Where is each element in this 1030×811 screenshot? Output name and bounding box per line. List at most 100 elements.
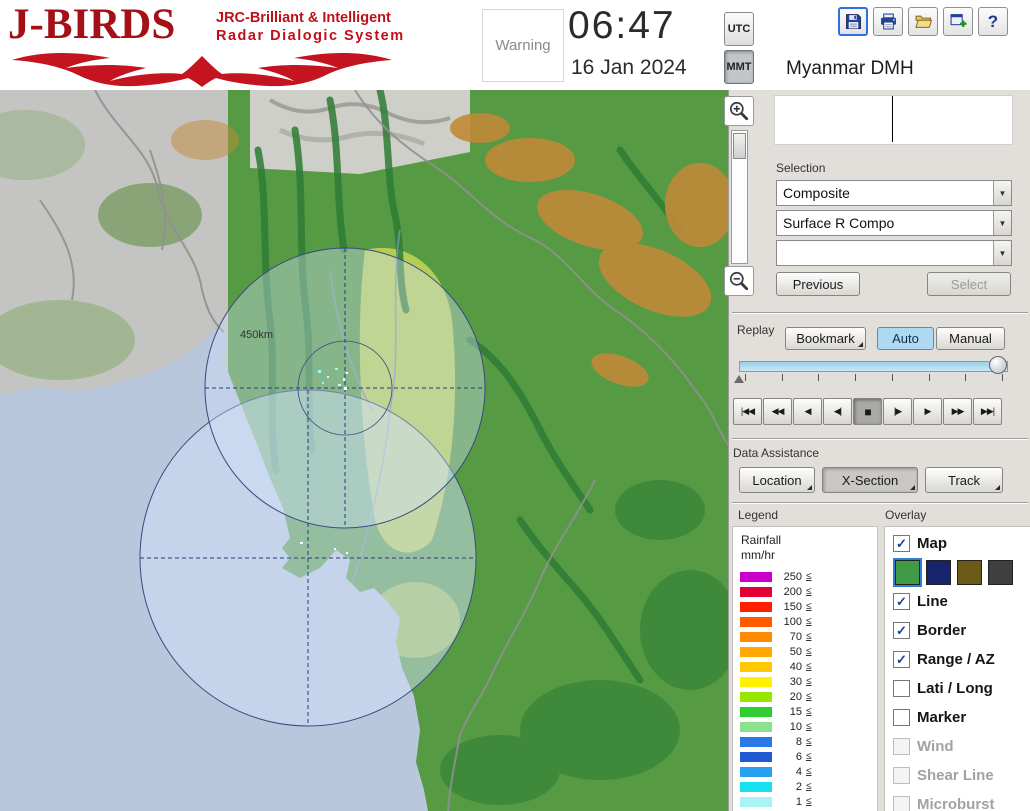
print-icon: [880, 13, 896, 30]
control-panel: Selection Composite ▼ Surface R Compo ▼ …: [728, 90, 1030, 811]
replay-timeline-track[interactable]: [739, 361, 1008, 372]
overlay-panel: ✓ Map ✓ Line ✓ Border ✓ Range / AZ Lati …: [884, 526, 1030, 811]
legend-rows: 250 ≤ 200 ≤ 150 ≤ 100 ≤ 70 ≤ 50 ≤ 40 ≤ 30 ≤ 20 ≤ …: [733, 569, 877, 809]
overlay-row-range-az[interactable]: ✓ Range / AZ: [885, 645, 1030, 674]
legend-leq: ≤: [806, 691, 812, 702]
zoom-in-button[interactable]: [724, 96, 754, 126]
play-backward-button[interactable]: ◀: [793, 398, 822, 425]
map-style-option-2[interactable]: [926, 560, 951, 585]
overlay-row-line[interactable]: ✓ Line: [885, 587, 1030, 616]
zoom-slider-track[interactable]: [731, 130, 748, 264]
overlay-row-map[interactable]: ✓ Map: [885, 529, 1030, 558]
checkbox[interactable]: [893, 709, 910, 726]
legend-value: 1: [795, 795, 802, 808]
status-display-box: [774, 95, 1013, 145]
select-button[interactable]: Select: [927, 272, 1011, 296]
overlay-item-label: Border: [917, 622, 967, 639]
legend-color-swatch: [740, 691, 772, 702]
composite-dropdown-value: Composite: [783, 185, 850, 201]
checkbox[interactable]: ✓: [893, 622, 910, 639]
replay-manual-button[interactable]: Manual: [936, 327, 1005, 350]
replay-auto-button[interactable]: Auto: [877, 327, 934, 350]
legend-value: 70: [789, 630, 802, 643]
check-icon: ✓: [896, 652, 907, 667]
menu-corner-icon: [858, 342, 863, 347]
warning-panel[interactable]: Warning: [482, 9, 564, 82]
checkbox[interactable]: [893, 680, 910, 697]
step-backward-button[interactable]: ◀|: [823, 398, 852, 425]
legend-row: 10 ≤: [733, 719, 877, 734]
help-button[interactable]: ?: [978, 7, 1008, 36]
checkbox[interactable]: ✓: [893, 651, 910, 668]
bookmark-button[interactable]: Bookmark: [785, 327, 866, 350]
timezone-utc-button[interactable]: UTC: [724, 12, 754, 46]
timezone-mmt-button[interactable]: MMT: [724, 50, 754, 84]
map-style-option-3[interactable]: [957, 560, 982, 585]
zoom-out-button[interactable]: [724, 266, 754, 296]
open-button[interactable]: [908, 7, 938, 36]
overlay-row-border[interactable]: ✓ Border: [885, 616, 1030, 645]
track-button[interactable]: Track: [925, 467, 1003, 493]
overlay-item-label: Wind: [917, 738, 954, 755]
check-icon: ✓: [896, 623, 907, 638]
map-area[interactable]: 450km: [0, 90, 728, 811]
legend-value: 6: [795, 750, 802, 763]
header-bar: J-BIRDS JRC-Brilliant & Intelligent Rada…: [0, 0, 1030, 91]
legend-row: 15 ≤: [733, 704, 877, 719]
logo-subtitle-2: Radar Dialogic System: [216, 28, 405, 44]
product-dropdown[interactable]: Surface R Compo ▼: [776, 210, 1012, 236]
separator: [732, 438, 1028, 440]
previous-button[interactable]: Previous: [776, 272, 860, 296]
overlay-item-label: Map: [917, 535, 947, 552]
legend-leq: ≤: [806, 661, 812, 672]
overlay-row-lati-long[interactable]: Lati / Long: [885, 674, 1030, 703]
legend-row: 2 ≤: [733, 779, 877, 794]
map-style-option-4[interactable]: [988, 560, 1013, 585]
skip-to-start-button[interactable]: |◀◀: [733, 398, 762, 425]
legend-row: 20 ≤: [733, 689, 877, 704]
map-style-option-1[interactable]: [893, 558, 922, 587]
x-section-button-label: X-Section: [841, 472, 899, 488]
save-button[interactable]: [838, 7, 868, 36]
option-dropdown[interactable]: ▼: [776, 240, 1012, 266]
separator: [732, 312, 1028, 314]
chevron-down-icon[interactable]: ▼: [993, 241, 1011, 265]
zoom-slider-thumb[interactable]: [733, 133, 746, 159]
print-button[interactable]: [873, 7, 903, 36]
legend-color-swatch: [740, 616, 772, 627]
step-forward-button[interactable]: |▶: [883, 398, 912, 425]
save-icon: [845, 14, 861, 29]
location-button[interactable]: Location: [739, 467, 815, 493]
tick-mark: [965, 374, 967, 381]
legend-value: 20: [789, 690, 802, 703]
overlay-row-marker[interactable]: Marker: [885, 703, 1030, 732]
legend-value: 100: [783, 615, 802, 628]
product-dropdown-value: Surface R Compo: [783, 215, 895, 231]
legend-value: 50: [789, 645, 802, 658]
track-button-label: Track: [947, 472, 981, 488]
legend-leq: ≤: [806, 706, 812, 717]
legend-color-swatch: [740, 751, 772, 762]
legend-leq: ≤: [806, 781, 812, 792]
composite-dropdown[interactable]: Composite ▼: [776, 180, 1012, 206]
tick-mark: [891, 374, 893, 381]
x-section-button[interactable]: X-Section: [822, 467, 918, 493]
fast-forward-button[interactable]: ▶▶: [943, 398, 972, 425]
play-button[interactable]: ▶: [913, 398, 942, 425]
zoom-in-icon: [729, 101, 749, 121]
terrain-map[interactable]: 450km: [0, 90, 728, 811]
menu-corner-icon: [807, 485, 812, 490]
fast-rewind-button[interactable]: ◀◀: [763, 398, 792, 425]
chevron-down-icon[interactable]: ▼: [993, 181, 1011, 205]
map-zoom-control: [724, 96, 754, 298]
add-window-button[interactable]: [943, 7, 973, 36]
overlay-item-label: Microburst: [917, 796, 995, 811]
chevron-down-icon[interactable]: ▼: [993, 211, 1011, 235]
checkbox[interactable]: ✓: [893, 593, 910, 610]
legend-leq: ≤: [806, 751, 812, 762]
replay-timeline-handle[interactable]: [989, 356, 1007, 374]
skip-to-end-button[interactable]: ▶▶|: [973, 398, 1002, 425]
stop-button[interactable]: ■: [853, 398, 882, 425]
checkbox[interactable]: ✓: [893, 535, 910, 552]
legend-panel: Rainfall mm/hr 250 ≤ 200 ≤ 150 ≤ 100 ≤ 70 ≤ 5…: [732, 526, 878, 811]
